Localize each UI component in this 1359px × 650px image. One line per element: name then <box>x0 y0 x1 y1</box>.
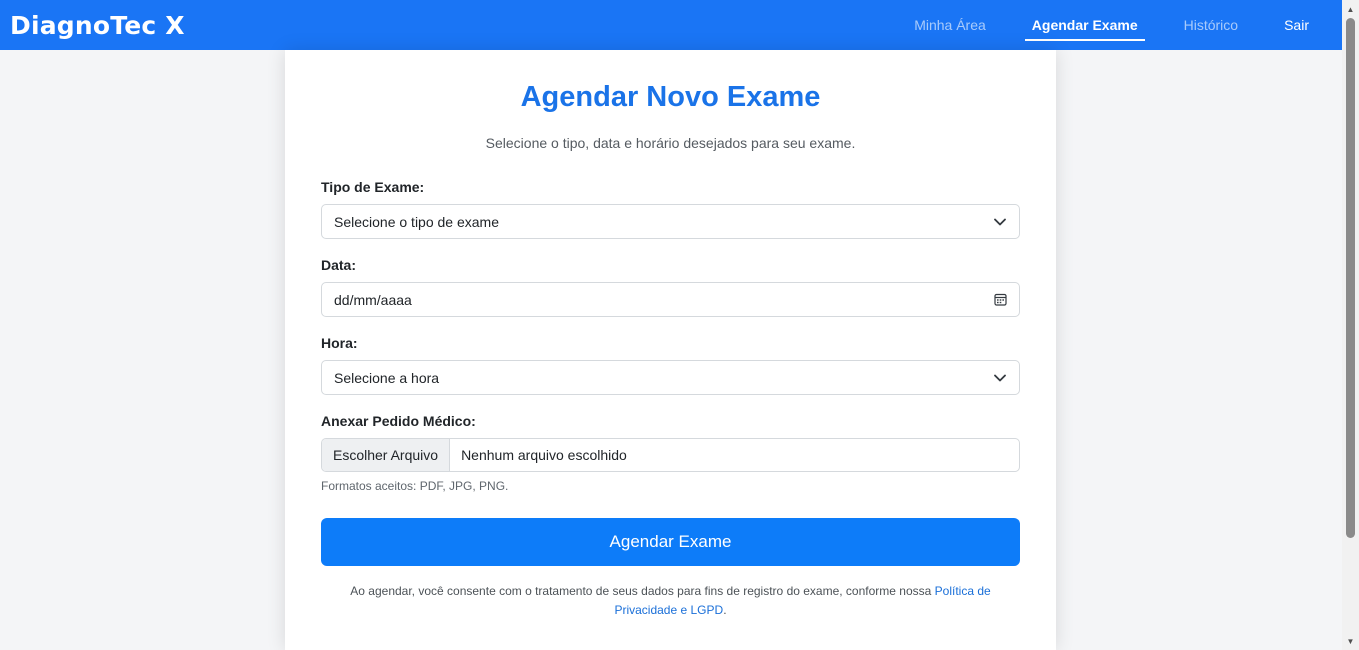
nav-link-minha-area[interactable]: Minha Área <box>907 13 993 37</box>
nav-links: Minha Área Agendar Exame Histórico Sair <box>875 0 1316 50</box>
chevron-down-icon <box>993 215 1007 229</box>
top-navbar: DiagnoTec X Minha Área Agendar Exame His… <box>0 0 1342 50</box>
scroll-up-icon[interactable]: ▲ <box>1342 1 1359 17</box>
exam-type-value: Selecione o tipo de exame <box>334 213 499 230</box>
exam-type-label: Tipo de Exame: <box>321 179 425 195</box>
nav-link-historico[interactable]: Histórico <box>1177 13 1245 37</box>
schedule-exam-card: Agendar Novo Exame Selecione o tipo, dat… <box>285 50 1056 650</box>
chevron-down-icon <box>993 371 1007 385</box>
file-format-hint: Formatos aceitos: PDF, JPG, PNG. <box>321 479 509 493</box>
time-label: Hora: <box>321 335 358 351</box>
page-scrollbar[interactable]: ▲ ▼ <box>1342 0 1359 650</box>
exam-type-select[interactable]: Selecione o tipo de exame <box>321 204 1020 239</box>
schedule-exam-button[interactable]: Agendar Exame <box>321 518 1020 566</box>
time-select[interactable]: Selecione a hora <box>321 360 1020 395</box>
calendar-icon[interactable] <box>993 293 1007 307</box>
file-input[interactable]: Escolher Arquivo Nenhum arquivo escolhid… <box>321 438 1020 472</box>
date-value: dd/mm/aaaa <box>334 291 412 308</box>
consent-notice: Ao agendar, você consente com o tratamen… <box>321 582 1020 620</box>
scroll-down-icon[interactable]: ▼ <box>1342 633 1359 649</box>
nav-link-agendar-exame[interactable]: Agendar Exame <box>1024 13 1145 41</box>
scroll-thumb[interactable] <box>1346 18 1355 538</box>
page-subtitle: Selecione o tipo, data e horário desejad… <box>485 135 856 151</box>
date-label: Data: <box>321 257 357 273</box>
attachment-label: Anexar Pedido Médico: <box>321 413 476 429</box>
consent-text: Ao agendar, você consente com o tratamen… <box>350 584 935 598</box>
choose-file-button[interactable]: Escolher Arquivo <box>322 439 451 471</box>
page-title: Agendar Novo Exame <box>520 81 821 113</box>
nav-link-sair[interactable]: Sair <box>1277 13 1316 37</box>
date-input[interactable]: dd/mm/aaaa <box>321 282 1020 317</box>
brand-logo[interactable]: DiagnoTec X <box>10 11 185 40</box>
time-value: Selecione a hora <box>334 369 440 386</box>
consent-end: . <box>723 603 727 617</box>
file-name-text: Nenhum arquivo escolhido <box>461 447 627 463</box>
